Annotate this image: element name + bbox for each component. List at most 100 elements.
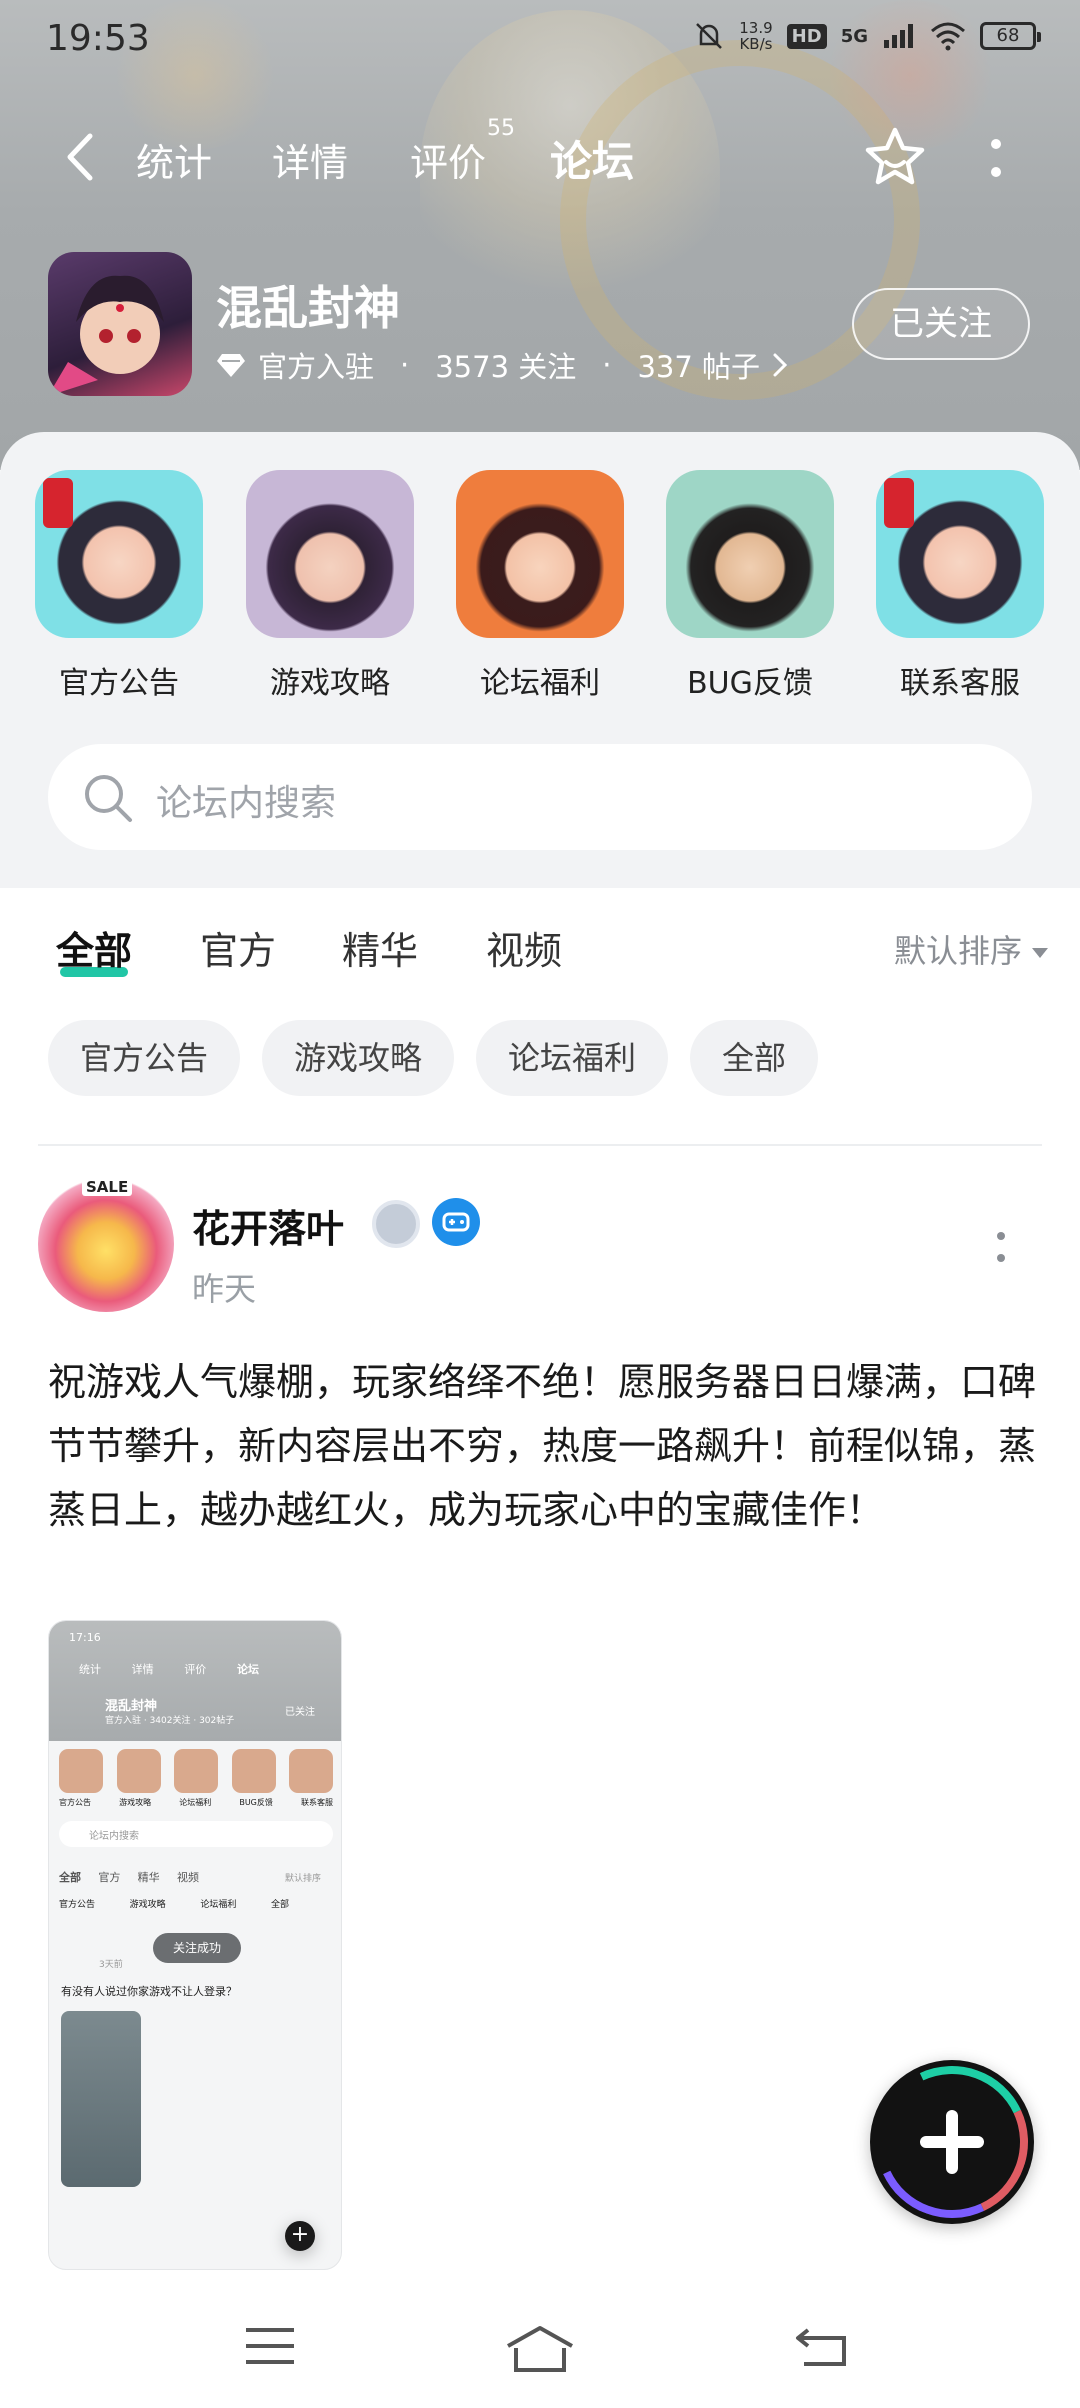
image-sort: 默认排序 xyxy=(285,1874,322,1884)
image-follow: 已关注 xyxy=(285,1707,315,1718)
plus-icon xyxy=(946,2110,958,2174)
tab-forum[interactable]: 论坛 xyxy=(543,128,641,189)
image-shortcut-pic xyxy=(116,1749,161,1793)
category-chips: 官方公告 游戏攻略 论坛福利 全部 xyxy=(48,1020,819,1096)
image-chip: 游戏攻略 xyxy=(129,1900,166,1910)
image-post-time: 3天前 xyxy=(99,1960,123,1970)
gamepad-badge-icon xyxy=(432,1198,480,1246)
gamepad-icon xyxy=(442,1212,470,1232)
star-outline-icon[interactable] xyxy=(862,124,928,190)
image-tab: 论坛 xyxy=(236,1663,259,1676)
top-nav: 统计 详情 评价 55 论坛 xyxy=(0,110,1080,200)
image-chip: 官方公告 xyxy=(59,1900,96,1910)
image-shortcut-pic xyxy=(289,1749,333,1793)
shortcut-guides[interactable]: 游戏攻略 xyxy=(245,470,415,702)
tab-reviews[interactable]: 评价 xyxy=(410,132,486,187)
post-author[interactable]: 花开落叶 xyxy=(192,1198,344,1253)
follower-count: 3573 关注 xyxy=(435,350,577,384)
more-vertical-icon[interactable] xyxy=(994,1228,1008,1268)
more-vertical-icon[interactable] xyxy=(986,134,1006,184)
shortcut-welfare[interactable]: 论坛福利 xyxy=(455,470,625,702)
image-shortcut-pic xyxy=(59,1749,103,1793)
image-tabs: 统计 详情 评价 论坛 xyxy=(79,1661,259,1677)
feed-tab-official[interactable]: 官方 xyxy=(200,920,276,975)
tab-stats[interactable]: 统计 xyxy=(136,132,212,187)
shortcut-label: 游戏攻略 xyxy=(270,666,390,701)
search-input[interactable]: 论坛内搜索 xyxy=(48,744,1032,850)
search-icon xyxy=(85,775,132,822)
shortcut-announcements[interactable]: 官方公告 xyxy=(34,470,204,702)
image-tab: 统计 xyxy=(79,1663,101,1676)
separator-dot: · xyxy=(400,348,410,382)
image-chip: 全部 xyxy=(270,1900,289,1910)
image-shortcut-label: 官方公告 xyxy=(59,1798,91,1807)
image-shortcut-label: 联系客服 xyxy=(300,1798,333,1807)
follow-button[interactable]: 已关注 xyxy=(852,288,1030,360)
feed-tab-featured[interactable]: 精华 xyxy=(342,920,418,975)
image-shortcut-label: 论坛福利 xyxy=(179,1798,212,1807)
image-feed-tab: 全部 xyxy=(59,1871,81,1884)
post-content[interactable]: 祝游戏人气爆棚，玩家络绎不绝！愿服务器日日爆满，口碑节节攀升，新内容层出不穷，热… xyxy=(48,1350,1038,1542)
shortcut-bug-report[interactable]: BUG反馈 xyxy=(665,470,835,702)
feed-tabs: 全部 官方 精华 视频 默认排序 xyxy=(0,920,1080,980)
sort-label: 默认排序 xyxy=(893,932,1022,970)
game-title: 混乱封神 xyxy=(216,281,400,335)
shortcut-image xyxy=(246,470,414,638)
feed-tab-all[interactable]: 全部 xyxy=(56,920,132,977)
mute-alarm-icon xyxy=(696,23,723,49)
shortcut-customer-service[interactable]: 联系客服 xyxy=(875,470,1045,702)
wifi-icon xyxy=(931,22,965,51)
post-time: 昨天 xyxy=(192,1270,257,1308)
image-feed-tab: 视频 xyxy=(176,1871,199,1884)
image-tab: 评价 xyxy=(184,1663,207,1676)
tab-details[interactable]: 详情 xyxy=(272,132,348,187)
search-placeholder: 论坛内搜索 xyxy=(156,783,337,824)
image-post-text: 有没有人说过你家游戏不让人登录？ xyxy=(61,1985,237,1998)
network-speed-unit: KB/s xyxy=(739,35,773,53)
image-inner-screenshot xyxy=(61,2011,141,2187)
shortcut-image xyxy=(666,470,834,638)
user-level-icon xyxy=(372,1200,420,1248)
post-count[interactable]: 337 帖子 xyxy=(637,344,760,386)
image-shortcut-label: 游戏攻略 xyxy=(119,1798,152,1807)
create-post-button[interactable] xyxy=(854,2044,1050,2240)
game-character-art xyxy=(48,275,164,396)
chip-announcements[interactable]: 官方公告 xyxy=(48,1020,241,1096)
system-nav-bar xyxy=(0,2290,1080,2408)
status-time: 19:53 xyxy=(46,18,150,59)
chevron-right-icon[interactable] xyxy=(772,352,788,378)
chip-all[interactable]: 全部 xyxy=(690,1020,819,1096)
chip-guides[interactable]: 游戏攻略 xyxy=(262,1020,455,1096)
shortcut-image xyxy=(35,470,203,638)
chip-welfare[interactable]: 论坛福利 xyxy=(476,1020,669,1096)
avatar[interactable]: SALE xyxy=(38,1176,174,1312)
post-image[interactable]: 17:16 统计 详情 评价 论坛 混乱封神 官方入驻 · 3402关注 · 3… xyxy=(48,1620,342,2270)
image-search-text: 论坛内搜索 xyxy=(89,1831,139,1842)
battery-icon: 68 xyxy=(980,22,1041,50)
network-speed: 13.9 KB/s xyxy=(739,20,772,52)
shortcut-label: 论坛福利 xyxy=(480,666,600,701)
image-time: 17:16 xyxy=(69,1631,101,1644)
image-shortcuts xyxy=(59,1749,333,1793)
image-tab: 详情 xyxy=(131,1663,154,1676)
signal-icon xyxy=(884,24,913,48)
official-label: 官方入驻 xyxy=(258,350,375,384)
sort-dropdown[interactable]: 默认排序 xyxy=(894,926,1048,972)
shortcut-image xyxy=(456,470,624,638)
avatar-sale-tag: SALE xyxy=(82,1178,133,1196)
badge-decoration xyxy=(43,478,73,528)
hd-badge: HD xyxy=(786,23,827,49)
home-icon[interactable] xyxy=(504,2324,576,2374)
image-game-name: 混乱封神 xyxy=(105,1699,158,1714)
menu-icon[interactable] xyxy=(242,2324,298,2368)
image-plus-icon: + xyxy=(285,2221,315,2251)
diamond-icon xyxy=(217,354,245,377)
shortcut-label: BUG反馈 xyxy=(687,666,813,701)
image-chips: 官方公告 游戏攻略 论坛福利 全部 xyxy=(59,1897,289,1910)
feed-tab-video[interactable]: 视频 xyxy=(486,920,562,975)
divider xyxy=(38,1144,1042,1146)
game-icon[interactable] xyxy=(48,252,192,396)
badge-decoration xyxy=(884,478,914,528)
return-icon[interactable] xyxy=(794,2324,850,2368)
chevron-left-icon[interactable] xyxy=(60,132,100,182)
